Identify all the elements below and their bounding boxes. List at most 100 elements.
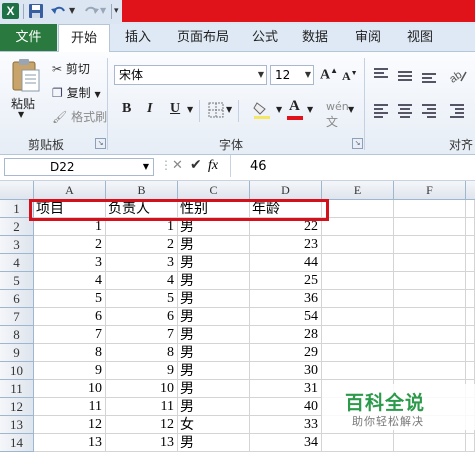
sheet-cell[interactable] — [322, 308, 394, 326]
sheet-cell[interactable] — [394, 236, 466, 254]
orientation-icon[interactable]: ab — [447, 66, 468, 86]
grow-font-button[interactable]: A▲ — [320, 66, 338, 84]
column-header-a[interactable]: A — [34, 181, 106, 200]
sheet-cell[interactable] — [394, 254, 466, 272]
italic-button[interactable]: I — [147, 101, 152, 117]
sheet-cell[interactable]: 男 — [178, 254, 250, 272]
sheet-cell[interactable] — [394, 434, 466, 452]
sheet-cell[interactable] — [466, 344, 475, 362]
sheet-cell[interactable] — [394, 218, 466, 236]
sheet-cell[interactable]: 13 — [106, 434, 178, 452]
sheet-cell[interactable] — [322, 272, 394, 290]
row-header[interactable]: 12 — [0, 398, 34, 416]
sheet-cell[interactable] — [394, 344, 466, 362]
underline-dropdown-icon[interactable]: ▼ — [187, 105, 193, 114]
phonetic-guide-icon[interactable]: wén 文 — [326, 100, 349, 130]
copy-dropdown-icon[interactable]: ▼ — [94, 90, 100, 99]
sheet-cell[interactable]: 6 — [106, 308, 178, 326]
row-header[interactable]: 5 — [0, 272, 34, 290]
column-header-d[interactable]: D — [250, 181, 322, 200]
sheet-cell[interactable]: 8 — [34, 344, 106, 362]
sheet-cell[interactable] — [466, 434, 475, 452]
sheet-cell[interactable] — [322, 254, 394, 272]
sheet-cell[interactable]: 28 — [250, 326, 322, 344]
row-header[interactable]: 11 — [0, 380, 34, 398]
drag-handle-icon[interactable]: ⋮ — [160, 158, 172, 172]
align-center-icon[interactable] — [398, 104, 412, 118]
row-header[interactable]: 8 — [0, 326, 34, 344]
sheet-cell[interactable] — [394, 308, 466, 326]
decrease-indent-icon[interactable] — [450, 104, 464, 118]
shrink-font-button[interactable]: A▼ — [342, 69, 358, 84]
underline-button[interactable]: U — [170, 101, 180, 117]
format-painter-button[interactable]: 🖌 格式刷 — [52, 108, 107, 125]
excel-icon[interactable]: X — [2, 3, 19, 19]
enter-icon[interactable]: ✔ — [190, 157, 202, 173]
sheet-cell[interactable]: 男 — [178, 272, 250, 290]
row-header[interactable]: 3 — [0, 236, 34, 254]
sheet-cell[interactable]: 男 — [178, 362, 250, 380]
sheet-cell[interactable]: 36 — [250, 290, 322, 308]
sheet-cell[interactable]: 男 — [178, 344, 250, 362]
row-header[interactable]: 14 — [0, 434, 34, 452]
redo-dropdown-icon[interactable]: ▼ — [100, 3, 108, 19]
sheet-cell[interactable] — [466, 200, 475, 218]
sheet-cell[interactable]: 7 — [34, 326, 106, 344]
sheet-cell[interactable]: 4 — [34, 272, 106, 290]
sheet-cell[interactable]: 10 — [106, 380, 178, 398]
phonetic-dropdown-icon[interactable]: ▼ — [348, 105, 354, 114]
undo-icon[interactable] — [50, 3, 68, 19]
sheet-cell[interactable] — [322, 434, 394, 452]
sheet-cell[interactable] — [322, 218, 394, 236]
column-header-b[interactable]: B — [106, 181, 178, 200]
row-header[interactable]: 6 — [0, 290, 34, 308]
sheet-cell[interactable] — [466, 218, 475, 236]
row-header[interactable]: 13 — [0, 416, 34, 434]
save-icon[interactable] — [28, 3, 44, 19]
sheet-cell[interactable]: 6 — [34, 308, 106, 326]
tab-data[interactable]: 数据 — [297, 24, 333, 51]
cut-button[interactable]: ✂ 剪切 — [52, 60, 90, 77]
sheet-cell[interactable] — [322, 200, 394, 218]
sheet-cell[interactable]: 29 — [250, 344, 322, 362]
sheet-cell[interactable]: 10 — [34, 380, 106, 398]
sheet-cell[interactable]: 11 — [106, 398, 178, 416]
sheet-cell[interactable] — [322, 344, 394, 362]
sheet-cell[interactable] — [466, 254, 475, 272]
sheet-cell[interactable] — [466, 236, 475, 254]
row-header[interactable]: 7 — [0, 308, 34, 326]
fill-color-dropdown-icon[interactable]: ▼ — [276, 105, 282, 114]
formula-input[interactable]: 46 — [250, 159, 267, 174]
sheet-cell[interactable]: 男 — [178, 236, 250, 254]
row-header[interactable]: 9 — [0, 344, 34, 362]
tab-file[interactable]: 文件 — [0, 24, 57, 51]
sheet-cell[interactable] — [394, 200, 466, 218]
undo-dropdown-icon[interactable]: ▼ — [69, 3, 77, 19]
name-box[interactable]: D22 ▼ — [4, 158, 154, 176]
sheet-cell[interactable]: 30 — [250, 362, 322, 380]
tab-view[interactable]: 视图 — [402, 24, 438, 51]
font-launcher-icon[interactable]: ↘ — [352, 138, 363, 149]
insert-function-button[interactable]: fx — [208, 158, 218, 174]
align-left-icon[interactable] — [374, 104, 388, 118]
row-header[interactable]: 4 — [0, 254, 34, 272]
align-middle-icon[interactable] — [398, 71, 412, 83]
sheet-cell[interactable]: 男 — [178, 290, 250, 308]
sheet-cell[interactable] — [466, 326, 475, 344]
sheet-cell[interactable] — [322, 290, 394, 308]
borders-icon[interactable] — [208, 102, 224, 118]
sheet-cell[interactable]: 5 — [106, 290, 178, 308]
sheet-cell[interactable]: 男 — [178, 308, 250, 326]
sheet-cell[interactable] — [394, 362, 466, 380]
sheet-cell[interactable]: 40 — [250, 398, 322, 416]
column-header-f[interactable]: F — [394, 181, 466, 200]
sheet-cell[interactable]: 54 — [250, 308, 322, 326]
sheet-cell[interactable]: 44 — [250, 254, 322, 272]
sheet-cell[interactable]: 7 — [106, 326, 178, 344]
paste-dropdown-icon[interactable]: ▼ — [18, 110, 24, 119]
sheet-cell[interactable]: 23 — [250, 236, 322, 254]
customize-quick-access-icon[interactable]: ▾ — [114, 3, 122, 19]
sheet-cell[interactable]: 13 — [34, 434, 106, 452]
align-bottom-icon[interactable] — [422, 73, 436, 85]
redo-icon[interactable] — [82, 3, 100, 19]
